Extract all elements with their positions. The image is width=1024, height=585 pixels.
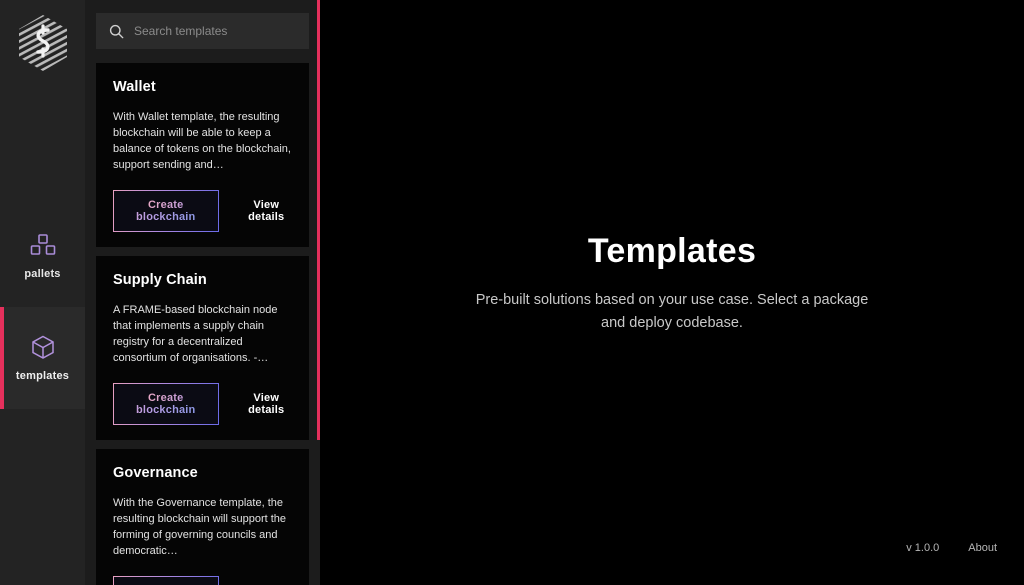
sidebar-item-pallets[interactable]: pallets bbox=[0, 205, 85, 307]
create-blockchain-button[interactable]: Create blockchain bbox=[113, 190, 219, 232]
sidebar-item-pallets-label: pallets bbox=[24, 268, 61, 280]
template-card-title: Supply Chain bbox=[113, 272, 207, 288]
search-bar[interactable] bbox=[96, 13, 309, 49]
substrate-hex-logo-icon bbox=[18, 14, 67, 71]
template-card-actions: Create blockchain View details bbox=[113, 576, 292, 585]
template-card-title: Wallet bbox=[113, 79, 156, 95]
search-input[interactable] bbox=[134, 24, 296, 38]
template-card-description: With the Governance template, the result… bbox=[113, 497, 287, 557]
view-details-button[interactable]: View details bbox=[241, 199, 292, 223]
create-blockchain-label: Create blockchain bbox=[136, 392, 196, 416]
logo[interactable] bbox=[0, 0, 85, 85]
create-blockchain-button[interactable]: Create blockchain bbox=[113, 383, 219, 425]
page-title: Templates bbox=[587, 232, 757, 270]
template-card[interactable]: Wallet With Wallet template, the resulti… bbox=[96, 63, 309, 247]
create-blockchain-button[interactable]: Create blockchain bbox=[113, 576, 219, 585]
template-card[interactable]: Governance With the Governance template,… bbox=[96, 449, 309, 585]
version-label: v 1.0.0 bbox=[906, 542, 940, 554]
page-subtitle: Pre-built solutions based on your use ca… bbox=[475, 292, 869, 331]
sidebar: pallets templates bbox=[0, 0, 85, 585]
template-card-description: With Wallet template, the resulting bloc… bbox=[113, 111, 291, 171]
main-content: Templates Pre-built solutions based on y… bbox=[320, 0, 1024, 585]
template-card[interactable]: Supply Chain A FRAME-based blockchain no… bbox=[96, 256, 309, 440]
template-card-title: Governance bbox=[113, 465, 198, 481]
app-root: pallets templates Wallet bbox=[0, 0, 1024, 585]
about-link[interactable]: About bbox=[968, 542, 997, 554]
templates-panel: Wallet With Wallet template, the resulti… bbox=[85, 0, 320, 585]
hero: Templates Pre-built solutions based on y… bbox=[320, 232, 1024, 335]
template-card-actions: Create blockchain View details bbox=[113, 190, 292, 232]
template-card-description: A FRAME-based blockchain node that imple… bbox=[113, 304, 278, 364]
search-icon bbox=[109, 24, 124, 38]
sidebar-item-templates[interactable]: templates bbox=[0, 307, 85, 409]
template-card-list: Wallet With Wallet template, the resulti… bbox=[96, 63, 309, 585]
cube-icon bbox=[31, 335, 54, 359]
create-blockchain-label: Create blockchain bbox=[136, 199, 196, 223]
view-details-button[interactable]: View details bbox=[241, 392, 292, 416]
footer: v 1.0.0 About bbox=[906, 542, 997, 554]
template-card-actions: Create blockchain View details bbox=[113, 383, 292, 425]
sidebar-item-templates-label: templates bbox=[15, 370, 70, 382]
pallets-icon bbox=[30, 234, 55, 255]
sidebar-nav: pallets templates bbox=[0, 205, 85, 409]
